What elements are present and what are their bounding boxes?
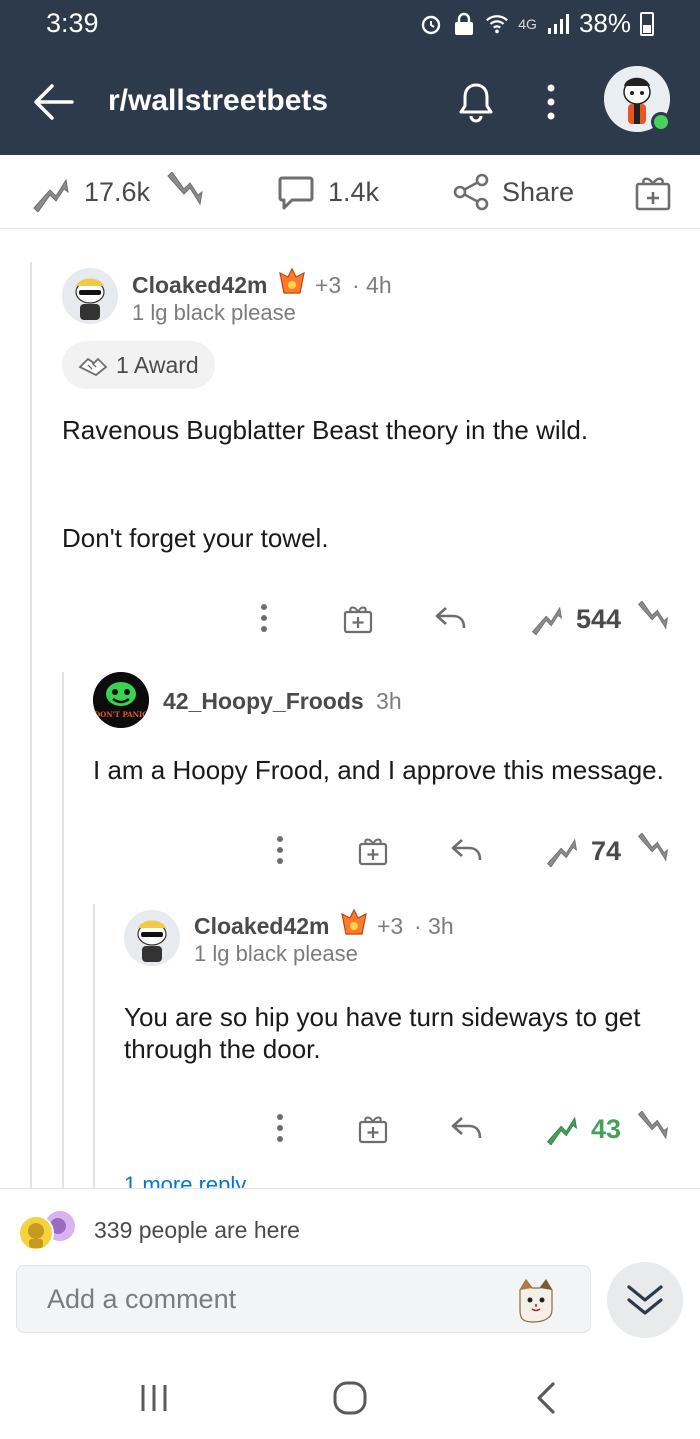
system-back-button[interactable] (516, 1376, 576, 1420)
lock-icon (452, 12, 476, 36)
subreddit-title: r/wallstreetbets (108, 84, 329, 117)
upvote-icon[interactable] (30, 172, 72, 212)
comment-more-button[interactable] (262, 832, 298, 868)
online-status-indicator (651, 112, 671, 132)
comment-count: 1.4k (328, 176, 380, 207)
wifi-icon (485, 12, 509, 36)
post-action-bar: 17.6k 1.4k Share (0, 155, 700, 229)
comment-bubble-icon (276, 172, 316, 212)
comment-author[interactable]: Cloaked42m (194, 913, 330, 940)
comment-reply-button[interactable] (448, 1110, 486, 1146)
comment-score: 43 (591, 1114, 622, 1144)
comment-reply-button[interactable] (448, 832, 486, 868)
app-header: 3:39 4G 38% r/wallstreetbets (0, 0, 700, 155)
award-chip[interactable]: 1 Award (62, 341, 215, 389)
alarm-icon (419, 12, 443, 36)
thread-line-level-1[interactable] (30, 262, 32, 1188)
comment-score: 544 (576, 604, 622, 634)
comment-author[interactable]: Cloaked42m (132, 272, 268, 299)
award-icon (78, 351, 108, 379)
comment-award-button[interactable] (355, 1110, 391, 1146)
avatar-caption: DON'T PANIC (94, 710, 148, 719)
system-nav-bar (0, 1360, 700, 1439)
karma-badge: +3 (315, 272, 342, 298)
comment-upvote-button-active[interactable] (543, 1108, 581, 1148)
comment-upvote-button[interactable] (528, 598, 566, 638)
comment-upvote-button[interactable] (543, 830, 581, 870)
karma-award-icon (338, 908, 370, 945)
avatar[interactable] (124, 910, 180, 966)
notification-bell-button[interactable] (455, 80, 497, 124)
comment-downvote-button[interactable] (634, 1108, 672, 1148)
downvote-icon[interactable] (164, 172, 206, 212)
network-type: 4G (518, 15, 537, 32)
comment-score: 74 (591, 836, 622, 866)
award-label: 1 Award (116, 351, 199, 378)
comment-more-button[interactable] (262, 1110, 298, 1146)
back-button[interactable] (30, 80, 76, 124)
comment-body-line-2: Don't forget your towel. (62, 523, 329, 553)
avatar[interactable] (62, 268, 118, 324)
people-here-count: 339 people are here (94, 1217, 300, 1243)
cat-sticker-icon[interactable] (512, 1276, 560, 1324)
gift-icon (634, 172, 672, 212)
signal-icon (546, 12, 570, 36)
double-chevron-down-icon (627, 1285, 663, 1315)
comment-placeholder: Add a comment (47, 1284, 237, 1314)
thread-line-level-3[interactable] (93, 904, 95, 1188)
user-flair: 1 lg black please (194, 941, 358, 966)
chevron-left-icon (537, 1382, 555, 1414)
user-flair: 1 lg black please (132, 300, 296, 325)
comment-time: 3h (376, 688, 402, 714)
karma-award-icon (276, 267, 308, 304)
give-award-button[interactable] (634, 155, 672, 229)
author-name[interactable]: 42_Hoopy_Froods (163, 688, 364, 714)
comment-reply-button[interactable] (432, 600, 470, 636)
share-button[interactable]: Share (452, 155, 574, 229)
overflow-menu-button[interactable] (536, 80, 566, 124)
author-name[interactable]: Cloaked42m (194, 913, 330, 939)
comment-award-button[interactable] (355, 832, 391, 868)
status-time: 3:39 (46, 8, 99, 38)
add-comment-input[interactable]: Add a comment (16, 1265, 591, 1333)
comment-more-button[interactable] (246, 600, 282, 636)
avatar[interactable]: DON'T PANIC (93, 672, 149, 728)
post-vote-group: 17.6k (30, 155, 206, 229)
comment-time: · 4h (352, 272, 392, 298)
battery-icon (640, 11, 654, 36)
comment-body-line-1: Ravenous Bugblatter Beast theory in the … (62, 415, 589, 445)
battery-percent: 38% (578, 8, 631, 38)
thread-line-level-2[interactable] (62, 672, 64, 1188)
share-label: Share (502, 176, 575, 207)
status-icons: 4G 38% (419, 8, 654, 39)
comment-downvote-button[interactable] (634, 598, 672, 638)
recent-apps-button[interactable] (124, 1376, 184, 1420)
comment-body: I am a Hoopy Frood, and I approve this m… (93, 755, 664, 785)
comment-award-button[interactable] (340, 600, 376, 636)
comment-body: You are so hip you have turn sideways to… (124, 1002, 641, 1064)
recent-apps-icon (141, 1385, 167, 1411)
post-score: 17.6k (84, 176, 151, 207)
comment-author[interactable]: 42_Hoopy_Froods 3h (163, 688, 402, 715)
home-button[interactable] (320, 1376, 380, 1420)
comments-button[interactable]: 1.4k (276, 155, 379, 229)
home-icon (333, 1381, 367, 1415)
author-name[interactable]: Cloaked42m (132, 272, 268, 298)
comment-time: · 3h (414, 913, 454, 939)
comment-downvote-button[interactable] (634, 830, 672, 870)
collapse-thread-button[interactable] (607, 1262, 683, 1338)
present-users-avatars (16, 1209, 78, 1253)
karma-badge: +3 (377, 913, 404, 939)
share-icon (452, 172, 490, 212)
